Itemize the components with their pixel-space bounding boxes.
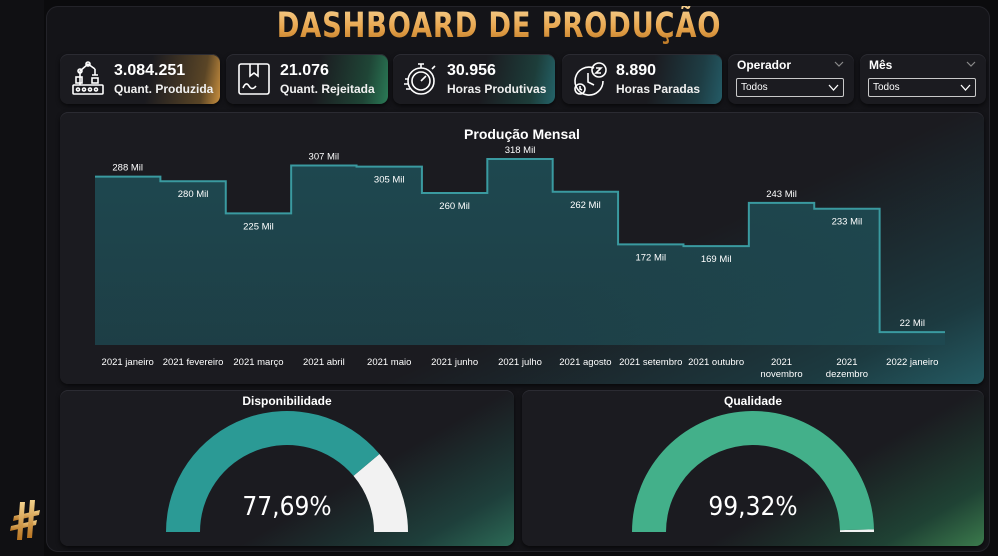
chevron-down-icon	[960, 84, 971, 91]
kpi-card-horas-paradas[interactable]: 8.890 Horas Paradas	[562, 54, 722, 104]
kpi-label: Horas Produtivas	[447, 82, 547, 96]
gauge-value: 77,69%	[242, 492, 332, 522]
kpi-value: 8.890	[616, 62, 657, 79]
factory-robot-icon	[72, 61, 104, 95]
x-tick-label: 2021 novembro	[760, 357, 802, 380]
x-tick-label: 2021 dezembro	[826, 357, 868, 380]
chart-step-11[interactable]	[814, 208, 879, 210]
data-label: 262 Mil	[570, 200, 601, 211]
chart-step-7[interactable]	[553, 191, 618, 193]
slicer-title: Operador	[737, 58, 792, 72]
kpi-label: Quant. Produzida	[114, 82, 214, 96]
kpi-label: Quant. Rejeitada	[280, 82, 375, 96]
kpi-label: Horas Paradas	[616, 82, 701, 96]
data-label: 169 Mil	[701, 254, 732, 265]
data-label: 22 Mil	[900, 318, 925, 329]
kpi-value: 30.956	[447, 62, 496, 79]
page-title: DASHBOARD DE PRODUÇÃO	[110, 6, 888, 46]
data-label: 172 Mil	[635, 252, 666, 263]
rejected-box-icon	[238, 63, 270, 95]
chart-plot: 288 Mil 280 Mil 225 Mil 307 Mil 305 Mil 260 M…	[95, 145, 945, 380]
monthly-production-chart: Produção Mensal 288 Mil 280 Mil 225 Mil 307…	[60, 112, 984, 384]
chevron-down-icon[interactable]	[966, 59, 976, 69]
x-tick-label: 2021 junho	[431, 357, 478, 368]
brand-logo-icon	[10, 500, 40, 540]
slicer-mes: Mês Todos	[860, 54, 986, 104]
chart-step-4[interactable]	[357, 166, 422, 168]
chart-step-10[interactable]	[749, 202, 814, 204]
chart-area	[95, 159, 945, 345]
mes-dropdown[interactable]: Todos	[868, 78, 976, 97]
data-label: 233 Mil	[832, 217, 863, 228]
stopwatch-icon	[404, 63, 436, 95]
chart-step-2[interactable]	[226, 212, 291, 214]
left-rail	[0, 0, 44, 556]
data-label: 225 Mil	[243, 221, 274, 232]
chart-step-3[interactable]	[291, 164, 356, 166]
chevron-down-icon[interactable]	[834, 59, 844, 69]
clock-sleep-icon	[574, 62, 607, 96]
x-tick-label: 2021 março	[233, 357, 283, 368]
gauge-value: 99,32%	[708, 492, 798, 522]
data-label: 307 Mil	[309, 151, 340, 162]
x-tick-label: 2021 fevereiro	[163, 357, 224, 368]
chart-step-12[interactable]	[880, 331, 945, 333]
x-tick-label: 2021 setembro	[619, 357, 682, 368]
chevron-down-icon	[828, 84, 839, 91]
dropdown-value: Todos	[873, 82, 900, 93]
slicer-title: Mês	[869, 58, 893, 72]
gauge-card-disponibilidade: Disponibilidade 77,69%	[60, 390, 514, 546]
chart-step-5[interactable]	[422, 192, 487, 194]
data-label: 288 Mil	[112, 163, 143, 174]
x-tick-label: 2021 agosto	[559, 357, 611, 368]
chart-step-1[interactable]	[160, 180, 225, 182]
chart-step-9[interactable]	[683, 245, 748, 247]
chart-step-8[interactable]	[618, 243, 683, 245]
data-label: 243 Mil	[766, 189, 797, 200]
gauge-chart	[166, 411, 408, 532]
operador-dropdown[interactable]: Todos	[736, 78, 844, 97]
x-tick-label: 2021 janeiro	[102, 357, 154, 368]
kpi-value: 3.084.251	[114, 62, 186, 79]
kpi-card-quant-produzida[interactable]: 3.084.251 Quant. Produzida	[60, 54, 220, 104]
slicer-operador: Operador Todos	[728, 54, 854, 104]
kpi-card-quant-rejeitada[interactable]: 21.076 Quant. Rejeitada	[226, 54, 388, 104]
chart-step-6[interactable]	[487, 158, 552, 160]
dropdown-value: Todos	[741, 82, 768, 93]
kpi-card-horas-produtivas[interactable]: 30.956 Horas Produtivas	[393, 54, 555, 104]
x-tick-label: 2021 maio	[367, 357, 411, 368]
chart-step-0[interactable]	[95, 176, 160, 178]
data-label: 260 Mil	[439, 201, 470, 212]
data-label: 318 Mil	[505, 145, 536, 156]
kpi-value: 21.076	[280, 62, 329, 79]
x-tick-label: 2021 abril	[303, 357, 345, 368]
x-tick-label: 2021 outubro	[688, 357, 744, 368]
x-tick-label: 2021 julho	[498, 357, 542, 368]
data-label: 280 Mil	[178, 189, 209, 200]
gauge-card-qualidade: Qualidade 99,32%	[522, 390, 984, 546]
gauge-chart	[632, 411, 874, 532]
data-label: 305 Mil	[374, 175, 405, 186]
x-tick-label: 2022 janeiro	[886, 357, 938, 368]
